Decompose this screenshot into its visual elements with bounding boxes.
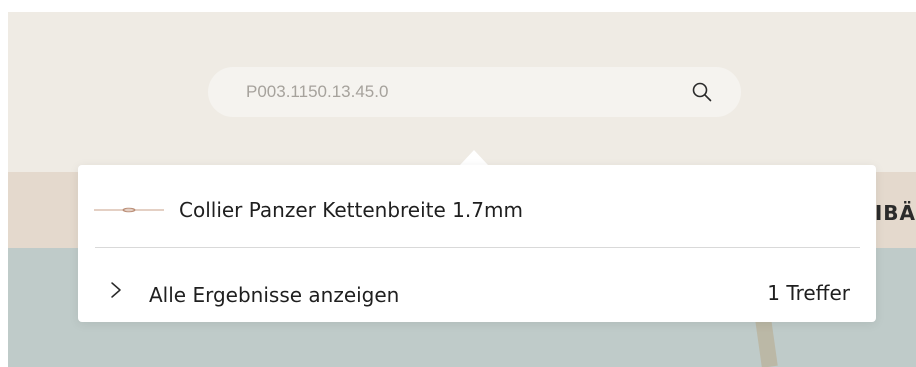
nav-item-partial[interactable]: IBÄ xyxy=(875,201,916,225)
search-result-item[interactable]: Collier Panzer Kettenbreite 1.7mm xyxy=(78,165,876,247)
search-icon[interactable] xyxy=(690,80,714,104)
necklace-thumbnail-icon xyxy=(94,207,164,213)
show-all-results-link[interactable]: Alle Ergebnisse anzeigen 1 Treffer xyxy=(78,248,876,322)
dropdown-pointer xyxy=(460,150,488,165)
search-input[interactable] xyxy=(246,67,646,117)
hit-count: 1 Treffer xyxy=(767,281,850,305)
search-suggestions-dropdown: Collier Panzer Kettenbreite 1.7mm Alle E… xyxy=(78,165,876,322)
chevron-right-icon xyxy=(111,282,121,298)
show-all-results-label[interactable]: Alle Ergebnisse anzeigen xyxy=(149,283,399,307)
search-bar[interactable] xyxy=(208,67,741,117)
search-result-title[interactable]: Collier Panzer Kettenbreite 1.7mm xyxy=(179,198,523,222)
page-viewport: IBÄ Collier Panzer Kettenbreite 1.7mm Al… xyxy=(8,12,916,367)
